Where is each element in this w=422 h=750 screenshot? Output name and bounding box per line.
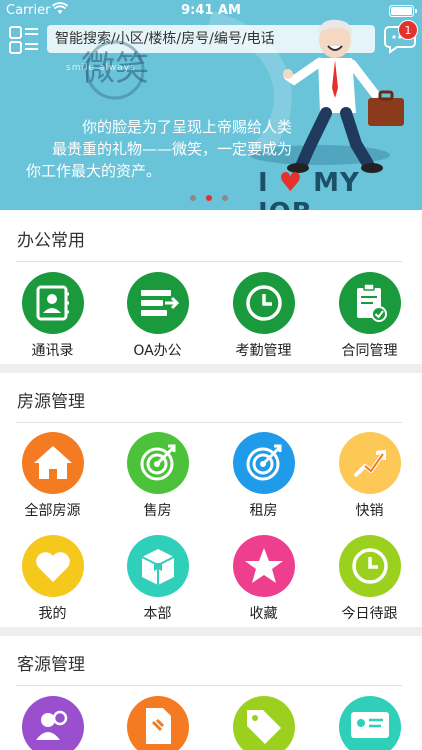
grid-label: 全部房源 [24,503,81,519]
grid-label: 我的 [38,606,67,622]
customer-item-users[interactable] [0,696,105,750]
battery-icon [389,5,417,17]
section-title: 客源管理 [17,655,85,675]
clock-icon [233,272,295,334]
office-item-contacts[interactable]: 通讯录 [0,272,105,362]
grid-label: 考勤管理 [235,343,292,359]
housing-item-all[interactable]: 全部房源 [0,432,105,522]
tag-icon [233,696,295,750]
grid-label: 今日待跟 [341,606,398,622]
customer-item-document[interactable] [105,696,210,750]
grid-label: 快销 [355,503,384,519]
banner-quote-line: 最贵重的礼物——微笑，一定要成为 [51,140,292,158]
contract-icon [339,272,401,334]
grid-label: 合同管理 [341,343,398,359]
grid-label: 本部 [143,606,172,622]
section-gap [0,627,422,636]
grid-label: 售房 [143,503,172,519]
customer-item-tag[interactable] [211,696,316,750]
carousel-dot[interactable] [222,195,228,201]
grid-label: 通讯录 [31,343,74,359]
divider [16,685,402,686]
target-icon [127,432,189,494]
star-icon [233,535,295,597]
carousel-dot[interactable] [190,195,196,201]
carousel-dot-active[interactable] [206,195,212,201]
trend-icon [339,432,401,494]
banner-quote-line: 你工作最大的资产。 [26,162,162,180]
grid-label: 收藏 [249,606,278,622]
slogan-prefix: I [258,168,269,198]
grid-label: 租房 [249,503,278,519]
housing-item-mine[interactable]: 我的 [0,535,105,625]
users-icon [22,696,84,750]
box-icon [127,535,189,597]
housing-section-header: 房源管理 [0,373,422,423]
house-icon [22,432,84,494]
divider [16,422,402,423]
carousel-indicator[interactable] [190,186,238,205]
clock-icon [339,535,401,597]
clock-time: 9:41 AM [181,3,241,18]
section-title: 房源管理 [17,392,85,412]
housing-item-favorites[interactable]: 收藏 [211,535,316,625]
customer-item-id-card[interactable] [317,696,422,750]
grid-label: OA办公 [133,343,182,359]
document-icon [127,696,189,750]
id-card-icon [339,696,401,750]
banner[interactable]: Carrier 9:41 AM 智能搜索/小区/楼栋/房号/编号/电话 1 微笑… [0,0,422,210]
office-item-attendance[interactable]: 考勤管理 [211,272,316,362]
customer-section-header: 客源管理 [0,636,422,686]
target-icon [233,432,295,494]
housing-item-today-followup[interactable]: 今日待跟 [317,535,422,625]
heart-icon: ♥ [278,168,304,198]
contacts-icon [22,272,84,334]
smile-subtext: smile always [66,63,136,73]
housing-item-headquarters[interactable]: 本部 [105,535,210,625]
oa-icon [127,272,189,334]
section-gap [0,364,422,373]
office-item-contract[interactable]: 合同管理 [317,272,422,362]
housing-item-sale[interactable]: 售房 [105,432,210,522]
heart-icon [22,535,84,597]
grid-menu-icon[interactable] [8,24,40,56]
office-section-header: 办公常用 [0,212,422,262]
divider [16,261,402,262]
banner-quote-line: 你的脸是为了呈现上帝赐给人类 [81,118,292,136]
housing-item-quick-sale[interactable]: 快销 [317,432,422,522]
section-title: 办公常用 [17,231,85,251]
businessman-illustration [280,18,410,182]
banner-quote: 你的脸是为了呈现上帝赐给人类 最贵重的礼物——微笑，一定要成为 你工作最大的资产… [22,116,292,182]
housing-item-rent[interactable]: 租房 [211,432,316,522]
slogan-suffix: MY JOB [258,168,360,210]
slogan: I ♥ MY JOB [258,168,422,210]
office-item-oa[interactable]: OA办公 [105,272,210,362]
